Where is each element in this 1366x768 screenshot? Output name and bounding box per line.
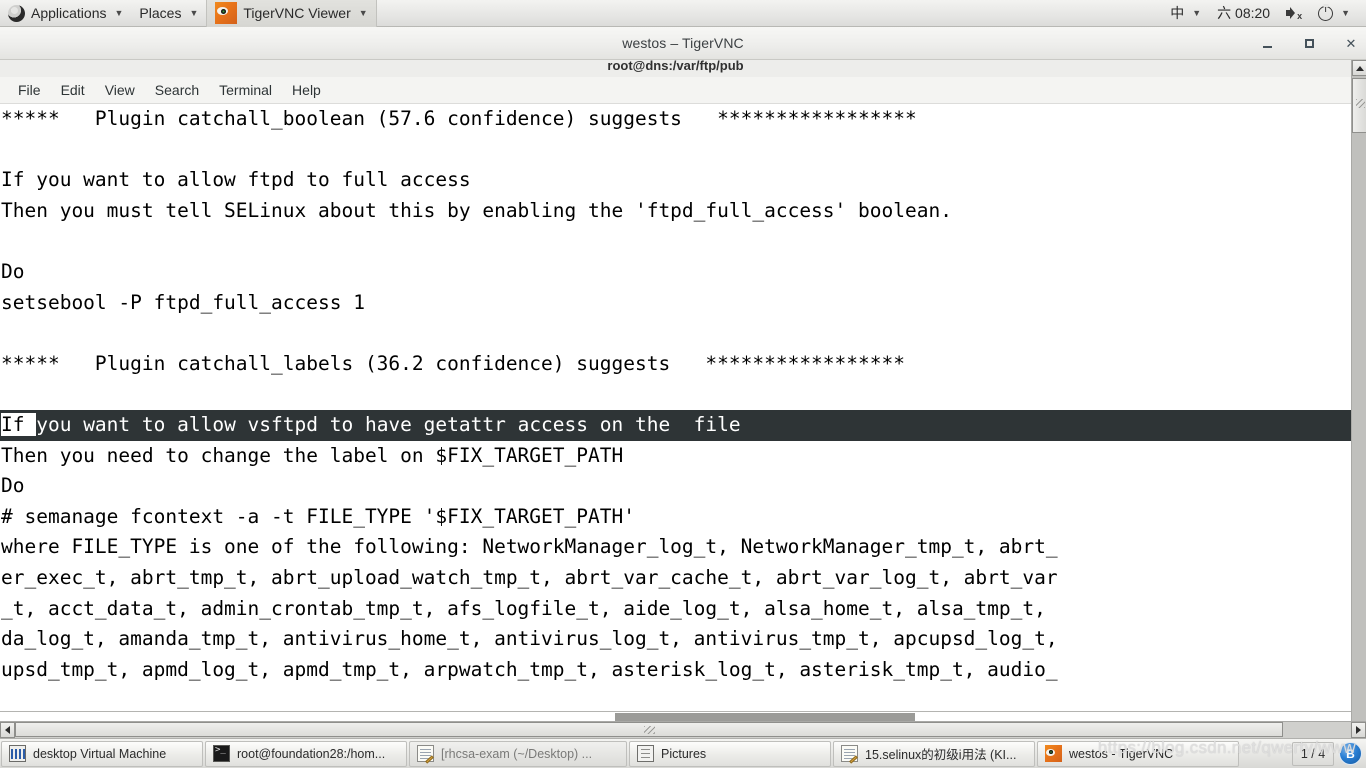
horizontal-scrollbar-thumb[interactable] xyxy=(15,722,1283,737)
text-editor-icon xyxy=(417,745,434,762)
terminal-output[interactable]: ***** Plugin catchall_boolean (57.6 conf… xyxy=(0,104,1351,738)
menu-view[interactable]: View xyxy=(95,79,145,101)
input-method-label: 中 xyxy=(1170,5,1185,21)
horizontal-scrollbar-track[interactable] xyxy=(15,722,1351,738)
virtual-machine-icon xyxy=(9,745,26,762)
terminal-line: er_exec_t, abrt_tmp_t, abrt_upload_watch… xyxy=(1,565,1058,589)
terminal-line: # semanage fcontext -a -t FILE_TYPE '$FI… xyxy=(1,504,635,528)
menu-search[interactable]: Search xyxy=(145,79,209,101)
taskbar-item-label: [rhcsa-exam (~/Desktop) ... xyxy=(441,746,593,761)
taskbar-item-label: root@foundation28:/hom... xyxy=(237,746,386,761)
scroll-up-arrow-icon[interactable] xyxy=(1352,60,1366,76)
tigervnc-icon xyxy=(215,2,238,24)
tray-badge-icon[interactable]: B xyxy=(1339,742,1362,765)
taskbar-item-rhcsa-exam[interactable]: [rhcsa-exam (~/Desktop) ... xyxy=(409,740,627,767)
chevron-down-icon: ▼ xyxy=(114,7,124,18)
remote-desktop-viewport[interactable]: root@dns:/var/ftp/pub File Edit View Sea… xyxy=(0,60,1366,738)
places-menu-label: Places xyxy=(139,5,182,21)
terminal-line: Do xyxy=(1,474,25,498)
terminal-line-selected-text: you want to allow vsftpd to have getattr… xyxy=(36,412,741,436)
active-window-label: TigerVNC Viewer xyxy=(243,5,351,21)
menu-file[interactable]: File xyxy=(8,79,51,101)
system-menu-button[interactable]: ▼ xyxy=(1310,0,1358,27)
text-editor-icon xyxy=(841,745,858,762)
maximize-button[interactable] xyxy=(1300,35,1318,53)
scroll-right-arrow-icon[interactable] xyxy=(1351,722,1366,738)
tigervnc-window: westos – TigerVNC ✕ root@dns:/var/ftp/pu… xyxy=(0,27,1366,738)
gnome-top-panel: Applications ▼ Places ▼ TigerVNC Viewer … xyxy=(0,0,1366,27)
terminal-line: where FILE_TYPE is one of the following:… xyxy=(1,535,1058,559)
active-window-menu[interactable]: TigerVNC Viewer ▼ xyxy=(206,0,377,27)
terminal-line: da_log_t, amanda_tmp_t, antivirus_home_t… xyxy=(1,627,1058,651)
scroll-left-arrow-icon[interactable] xyxy=(0,722,15,738)
terminal-line: Then you must tell SELinux about this by… xyxy=(1,198,952,222)
power-icon xyxy=(1318,5,1334,21)
terminal-icon xyxy=(213,745,230,762)
screen-root: Applications ▼ Places ▼ TigerVNC Viewer … xyxy=(0,0,1366,768)
taskbar-item-virtual-machine[interactable]: desktop Virtual Machine xyxy=(1,740,203,767)
speaker-muted-icon: x xyxy=(1286,6,1302,21)
places-menu[interactable]: Places ▼ xyxy=(131,0,206,27)
remote-bottom-panel-strip xyxy=(0,711,1351,721)
window-list-taskbar: desktop Virtual Machine root@foundation2… xyxy=(0,738,1366,768)
fedora-logo-icon xyxy=(8,4,25,22)
close-button[interactable]: ✕ xyxy=(1342,35,1360,53)
remote-window-title: root@dns:/var/ftp/pub xyxy=(0,60,1351,77)
workspace-indicator-label: 1 / 4 xyxy=(1300,746,1326,761)
terminal-line-unselected-prefix: If xyxy=(1,412,37,436)
folder-icon xyxy=(637,745,654,762)
menu-edit[interactable]: Edit xyxy=(51,79,95,101)
top-panel-status-area: 中 ▼ 六 08:20 x ▼ xyxy=(1162,0,1366,27)
terminal-line: setsebool -P ftpd_full_access 1 xyxy=(1,290,365,314)
terminal-line: If you want to allow ftpd to full access xyxy=(1,168,471,192)
terminal-line: Do xyxy=(1,259,25,283)
tigervnc-icon xyxy=(1045,745,1062,762)
minimize-button[interactable] xyxy=(1258,35,1276,53)
chevron-down-icon: ▼ xyxy=(1341,7,1350,18)
chevron-down-icon: ▼ xyxy=(358,7,368,18)
terminal-menubar: File Edit View Search Terminal Help xyxy=(0,77,1351,104)
window-titlebar[interactable]: westos – TigerVNC ✕ xyxy=(0,27,1366,60)
clock[interactable]: 六 08:20 xyxy=(1209,0,1278,27)
chevron-down-icon: ▼ xyxy=(1192,7,1202,18)
window-title: westos – TigerVNC xyxy=(622,35,744,51)
menu-terminal[interactable]: Terminal xyxy=(209,79,282,101)
vertical-scrollbar-thumb[interactable] xyxy=(1352,78,1366,133)
workspace-switcher[interactable]: 1 / 4 xyxy=(1292,741,1334,766)
terminal-line: upsd_tmp_t, apmd_log_t, apmd_tmp_t, arpw… xyxy=(1,657,1058,681)
tray-badge-label: B xyxy=(1346,746,1355,761)
terminal-line: ***** Plugin catchall_boolean (57.6 conf… xyxy=(1,107,917,130)
taskbar-item-label: westos - TigerVNC xyxy=(1069,746,1174,761)
input-method-indicator[interactable]: 中 ▼ xyxy=(1162,0,1209,27)
terminal-line: Then you need to change the label on $FI… xyxy=(1,443,624,467)
taskbar-item-label: desktop Virtual Machine xyxy=(33,746,167,761)
taskbar-item-westos-tigervnc[interactable]: westos - TigerVNC xyxy=(1037,740,1239,767)
terminal-line: ***** Plugin catchall_labels (36.2 confi… xyxy=(1,351,905,375)
clock-label: 六 08:20 xyxy=(1217,5,1271,21)
volume-button[interactable]: x xyxy=(1278,0,1310,27)
terminal-vertical-scrollbar[interactable] xyxy=(1351,60,1366,728)
taskbar-item-pictures[interactable]: Pictures xyxy=(629,740,831,767)
taskbar-item-label: Pictures xyxy=(661,746,707,761)
terminal-line: _t, acct_data_t, admin_crontab_tmp_t, af… xyxy=(1,596,1046,620)
window-controls: ✕ xyxy=(1258,27,1360,60)
menu-help[interactable]: Help xyxy=(282,79,331,101)
applications-menu-label: Applications xyxy=(31,5,107,21)
chevron-down-icon: ▼ xyxy=(189,7,199,18)
applications-menu[interactable]: Applications ▼ xyxy=(0,0,131,27)
taskbar-item-terminal-foundation28[interactable]: root@foundation28:/hom... xyxy=(205,740,407,767)
taskbar-item-selinux-notes[interactable]: 15.selinux的初级i用法 (KI... xyxy=(833,740,1035,767)
terminal-line-selected: If you want to allow vsftpd to have geta… xyxy=(0,409,1351,441)
horizontal-scrollbar[interactable] xyxy=(0,721,1366,738)
taskbar-item-label: 15.selinux的初级i用法 (KI... xyxy=(865,748,1017,762)
